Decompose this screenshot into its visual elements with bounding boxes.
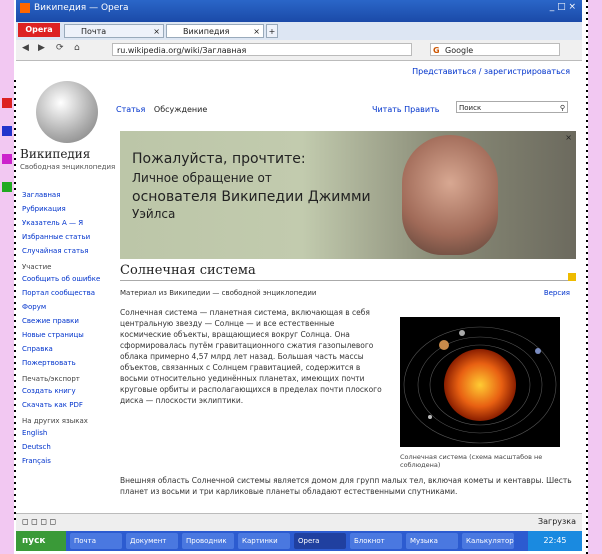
search-placeholder: Google [445,46,474,55]
tab-wikipedia[interactable]: Википедия × [166,24,264,38]
solar-system-image[interactable] [400,317,560,447]
version-link[interactable]: Версия [544,289,570,297]
tab-label: Википедия [183,27,230,36]
sidebar-header-print[interactable]: Печать/экспорт [22,375,104,383]
forward-icon[interactable]: ▶ [38,43,45,53]
taskbar-item[interactable]: Почта [70,533,122,549]
sidebar-header-languages[interactable]: На других языках [22,417,104,425]
sidebar-link[interactable]: Справка [22,345,104,353]
tab-label: Почта [81,27,107,36]
web-page: Представиться / зарегистрироваться Викип… [16,61,582,513]
opera-menu-button[interactable]: Opera [18,23,60,37]
sidebar-link[interactable]: Скачать как PDF [22,401,104,409]
sidebar-link[interactable]: Случайная статья [22,247,104,255]
view-tabs[interactable]: Читать Править [372,105,439,114]
desktop-icon[interactable] [2,98,12,108]
image-caption: Солнечная система (схема масштабов не со… [400,453,543,469]
logo-title: Википедия [20,147,91,161]
wikipedia-logo[interactable] [36,81,98,143]
sidebar-link[interactable]: Избранные статьи [22,233,104,241]
close-icon[interactable]: × [153,25,160,39]
sidebar-header-participate[interactable]: Участие [22,263,104,271]
reload-icon[interactable]: ⟳ [56,43,64,53]
sidebar-link[interactable]: Создать книгу [22,387,104,395]
sidebar-link[interactable]: Свежие правки [22,317,104,325]
search-field[interactable]: G Google [430,43,560,56]
taskbar-item[interactable]: Калькулятор [462,533,514,549]
close-icon[interactable]: × [253,25,260,39]
desktop-icon-strip [0,80,14,192]
sidebar-link[interactable]: Сообщить об ошибке [22,275,104,283]
sidebar-link[interactable]: Заглавная [22,191,104,199]
tab-discussion[interactable]: Обсуждение [154,105,207,114]
tab-article[interactable]: Статья [116,105,145,114]
new-tab-button[interactable]: + [266,24,278,38]
address-bar[interactable]: ru.wikipedia.org/wiki/Заглавная [112,43,412,56]
desktop-icon[interactable] [2,154,12,164]
sidebar-link[interactable]: Новые страницы [22,331,104,339]
desktop-icon[interactable] [2,126,12,136]
sidebar-link[interactable]: Рубрикация [22,205,104,213]
google-icon: G [433,46,440,55]
sidebar-link[interactable]: Deutsch [22,443,104,451]
taskbar-item[interactable]: Документ [126,533,178,549]
navigation-bar: ◀ ▶ ⟳ ⌂ ru.wikipedia.org/wiki/Заглавная … [16,40,582,61]
login-link[interactable]: Представиться / зарегистрироваться [412,67,570,76]
taskbar-item[interactable]: Музыка [406,533,458,549]
close-icon[interactable]: × [565,133,572,142]
status-icons[interactable]: ◻ ◻ ◻ ◻ [22,517,56,526]
status-text: Загрузка [537,517,576,526]
sidebar-link[interactable]: Портал сообщества [22,289,104,297]
sidebar-link[interactable]: Указатель А — Я [22,219,104,227]
window-controls[interactable]: _ □ × [550,2,576,12]
sidebar: Заглавная Рубрикация Указатель А — Я Изб… [18,191,104,471]
taskbar-item[interactable]: Картинки [238,533,290,549]
page-subtitle: Материал из Википедии — свободной энцикл… [120,289,317,297]
logo-subtitle: Свободная энциклопедия [20,163,116,171]
sidebar-link[interactable]: Français [22,457,104,465]
article-text-continued: Внешняя область Солнечной системы являет… [120,476,572,496]
fundraising-banner[interactable]: Пожалуйста, прочтите: Личное обращение о… [120,131,576,259]
desktop-icon[interactable] [2,182,12,192]
sidebar-link[interactable]: Форум [22,303,104,311]
lock-icon [568,273,576,281]
right-border [586,0,588,554]
banner-line-2: Личное обращение от [132,171,272,185]
page-tabs: Статья Обсуждение [116,105,213,114]
taskbar: пуск Почта Документ Проводник Картинки O… [16,531,582,551]
system-tray-clock[interactable]: 22:45 [528,531,582,551]
page-title: Солнечная система [120,263,576,281]
founder-photo [402,135,498,255]
opera-app-icon [20,3,30,13]
tab-bar: Opera Почта × Википедия × + [16,22,582,41]
sidebar-link[interactable]: Пожертвовать [22,359,104,367]
search-icon[interactable]: ⚲ [560,102,565,114]
sidebar-link[interactable]: English [22,429,104,437]
title-bar: Википедия — Opera _ □ × [16,0,582,22]
window-title: Википедия — Opera [34,3,129,13]
banner-line-3: основателя Википедии Джимми [132,189,371,205]
start-button[interactable]: пуск [16,531,66,551]
article-text: Солнечная система — планетная система, в… [120,308,382,405]
taskbar-item[interactable]: Opera [294,533,346,549]
wiki-search-placeholder: Поиск [459,104,482,112]
taskbar-item[interactable]: Проводник [182,533,234,549]
back-icon[interactable]: ◀ [22,43,29,53]
banner-line-4: Уэйлса [132,207,176,221]
status-bar: ◻ ◻ ◻ ◻ Загрузка [16,513,582,532]
wiki-search-input[interactable]: Поиск ⚲ [456,101,568,113]
taskbar-item[interactable]: Блокнот [350,533,402,549]
banner-line-1: Пожалуйста, прочтите: [132,151,306,167]
home-icon[interactable]: ⌂ [74,43,80,53]
tab-mail[interactable]: Почта × [64,24,164,38]
